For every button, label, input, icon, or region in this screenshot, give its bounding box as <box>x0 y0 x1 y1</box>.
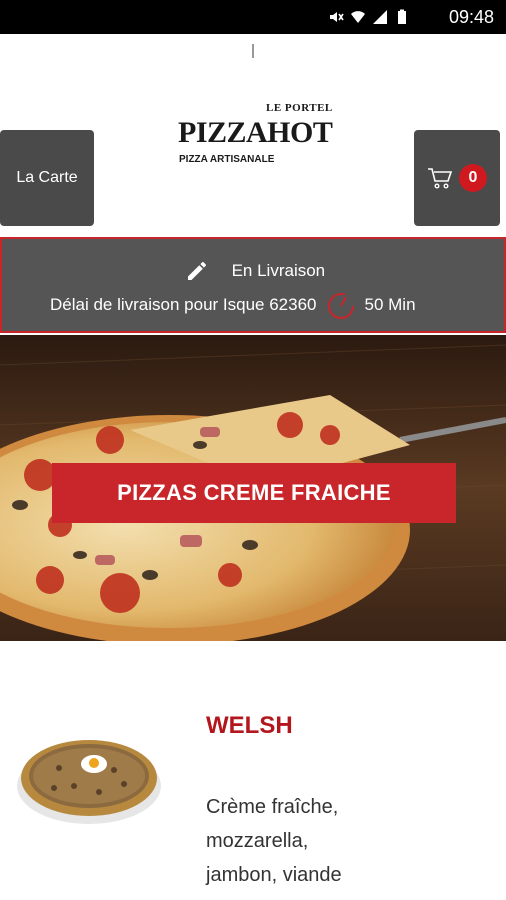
edit-pencil-icon <box>187 262 206 280</box>
status-time: 09:48 <box>448 7 494 27</box>
product-description: Crème fraîche, mozzarella, jambon, viand… <box>206 790 466 892</box>
product-name: WELSH <box>206 712 293 739</box>
wifi-icon <box>351 11 365 23</box>
product-description-line: mozzarella, <box>206 830 309 852</box>
signal-icon <box>373 10 387 24</box>
delivery-info[interactable]: En Livraison Délai de livraison pour Isq… <box>0 237 506 333</box>
product-description-line: jambon, viande <box>206 864 342 886</box>
cart-icon <box>428 168 453 189</box>
category-title: PIZZAS CREME FRAICHE <box>52 463 456 523</box>
cart-button[interactable]: 0 <box>414 130 500 226</box>
logo: LE PORTEL PIZZAHOT PIZZA ARTISANALE <box>176 100 336 170</box>
logo-main: PIZZAHOT <box>178 116 333 149</box>
timer-icon <box>327 293 354 319</box>
delivery-mode-row: En Livraison <box>2 259 506 283</box>
product-description-line: Crème fraîche, <box>206 796 339 818</box>
status-icons <box>328 9 410 25</box>
menu-button[interactable]: La Carte <box>0 130 94 226</box>
mute-icon <box>330 12 344 22</box>
delivery-mode: En Livraison <box>231 261 326 280</box>
logo-sub: PIZZA ARTISANALE <box>179 154 275 165</box>
divider <box>252 44 254 58</box>
logo-top: LE PORTEL <box>266 102 333 114</box>
delivery-delay-value: 50 Min <box>364 295 416 314</box>
battery-icon <box>398 9 406 24</box>
delivery-delay-row: Délai de livraison pour Isque 62360 50 M… <box>50 289 416 321</box>
delivery-delay-label: Délai de livraison pour Isque 62360 <box>50 295 317 314</box>
status-bar: 09:48 <box>0 0 506 34</box>
product-pizza-image <box>17 740 161 824</box>
cart-count-badge: 0 <box>459 164 487 192</box>
